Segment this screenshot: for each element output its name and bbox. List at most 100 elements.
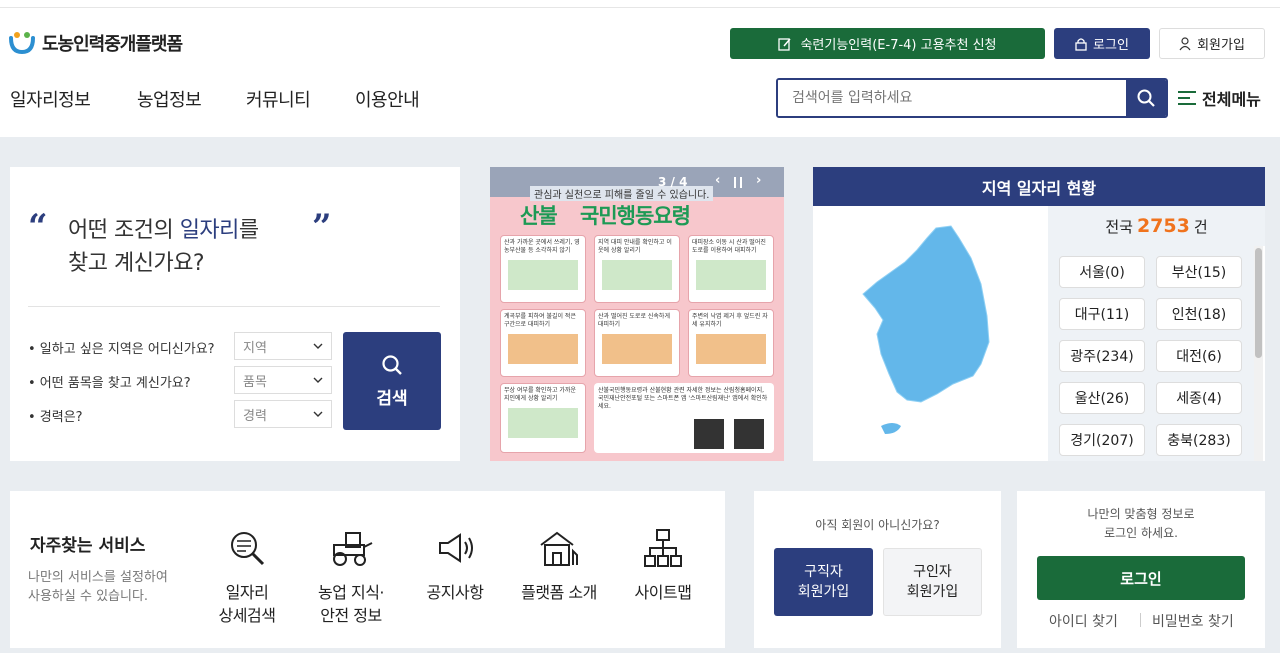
job-search-heading: 어떤 조건의 일자리를 찾고 계신가요? [68, 214, 259, 280]
region-button-sejong[interactable]: 세종(4) [1156, 382, 1242, 414]
region-scrollbar[interactable] [1254, 246, 1263, 461]
header-join-label: 회원가입 [1197, 38, 1245, 53]
job-search-button[interactable]: 검색 [343, 332, 441, 430]
header-join-button[interactable]: 회원가입 [1159, 28, 1265, 59]
banner-cell-illust [602, 260, 672, 290]
top-strip [0, 0, 1280, 8]
region-button-daegu[interactable]: 대구(11) [1059, 298, 1145, 330]
all-menu-label: 전체메뉴 [1202, 90, 1261, 109]
crop-select[interactable]: 품목 [234, 366, 332, 394]
building-icon [540, 531, 578, 566]
search-input[interactable] [778, 80, 1126, 116]
qr-code-image [734, 419, 764, 449]
qr-code-image [694, 419, 724, 449]
banner-cell-text: 산과 떨어진 도로로 신속하게 대피하기 [598, 313, 670, 328]
site-search [776, 78, 1168, 118]
region-select[interactable]: 지역 [234, 332, 332, 360]
national-label: 전국 [1105, 217, 1133, 236]
service-job-detail-search[interactable]: 일자리상세검색 [197, 527, 297, 627]
employer-join-button[interactable]: 구인자 회원가입 [883, 548, 982, 616]
megaphone-icon [439, 533, 473, 563]
banner-cell: 무상 여부를 확인하고 가까운 지인에게 상황 알리기 [500, 383, 586, 453]
edit-icon [778, 37, 792, 51]
search-icon [382, 354, 402, 375]
main-login-button[interactable]: 로그인 [1037, 556, 1245, 600]
region-button-chungbuk[interactable]: 충북(283) [1156, 424, 1242, 456]
header-login-button[interactable]: 로그인 [1054, 28, 1150, 59]
heading-line1: 어떤 조건의 일자리를 [68, 214, 259, 247]
banner-cell-illust [696, 334, 766, 364]
region-button-incheon[interactable]: 인천(18) [1156, 298, 1242, 330]
find-password-link[interactable]: 비밀번호 찾기 [1152, 611, 1234, 631]
banner-prev-button[interactable]: ‹ [715, 173, 720, 188]
nav-agri-info[interactable]: 농업정보 [137, 86, 202, 112]
all-menu-button[interactable]: 전체메뉴 [1178, 86, 1261, 110]
seeker-join-line: 구직자 [804, 564, 843, 580]
heading-line2: 찾고 계신가요? [68, 251, 205, 276]
magnifier-doc-icon [231, 532, 265, 566]
search-icon [1137, 89, 1155, 107]
banner-cell: 대피장소 이동 시 산과 떨어진 도로를 이용하여 대피하기 [688, 235, 774, 303]
service-label-line: 공지사항 [426, 583, 484, 602]
service-label-line: 일자리 [225, 583, 269, 602]
korea-map[interactable] [841, 224, 1001, 444]
region-button-gyeonggi[interactable]: 경기(207) [1059, 424, 1145, 456]
banner-cell: 계곡부를 피하여 불길이 적은 구간으로 대피하기 [500, 309, 586, 377]
service-platform-intro[interactable]: 플랫폼 소개 [509, 527, 609, 604]
logo-text: 도농인력중개플랫폼 [42, 34, 183, 55]
region-button-busan[interactable]: 부산(15) [1156, 256, 1242, 288]
career-select[interactable]: 경력 [234, 400, 332, 428]
job-search-button-label: 검색 [376, 388, 408, 409]
national-count: 2753 [1136, 215, 1190, 237]
chevron-down-icon [313, 377, 323, 383]
search-button[interactable] [1126, 80, 1166, 116]
banner-cell-text: 산과 가까운 곳에서 쓰레기, 영농부산물 등 소각하지 않기 [504, 239, 580, 254]
nav-community[interactable]: 커뮤니티 [246, 86, 311, 112]
banner-cell-illust [508, 260, 578, 290]
banner-pause-button[interactable] [734, 177, 742, 188]
banner-next-button[interactable]: › [756, 173, 761, 188]
find-id-link[interactable]: 아이디 찾기 [1049, 611, 1118, 631]
login-message-line: 로그인 하세요. [1104, 526, 1178, 540]
banner-cell: 지역 대피 안내를 확인하고 이웃에 상황 알리기 [594, 235, 680, 303]
employer-join-line: 구인자 [913, 564, 952, 580]
sitemap-icon [644, 529, 682, 567]
region-question: • 일하고 싶은 지역은 어디신가요? [28, 342, 215, 357]
region-button-gwangju[interactable]: 광주(234) [1059, 340, 1145, 372]
seeker-join-button[interactable]: 구직자 회원가입 [774, 548, 873, 616]
banner-counter: 3 / 4 [658, 175, 688, 189]
service-notice[interactable]: 공지사항 [405, 527, 505, 604]
banner-footer-text: 산불국민행동요령과 산불현황 관련 자세한 정보는 산림청홈페이지, 국민재난안… [598, 387, 768, 410]
e74-apply-button[interactable]: 숙련기능인력(E-7-4) 고용추천 신청 [730, 28, 1045, 59]
national-unit: 건 [1193, 217, 1208, 236]
banner-cell-text: 지역 대피 안내를 확인하고 이웃에 상황 알리기 [598, 239, 672, 254]
divider [28, 306, 440, 307]
e74-apply-label: 숙련기능인력(E-7-4) 고용추천 신청 [800, 38, 997, 53]
career-select-value: 경력 [243, 408, 267, 424]
service-sitemap[interactable]: 사이트맵 [613, 527, 713, 604]
banner-cell-illust [508, 408, 578, 438]
chevron-down-icon [313, 343, 323, 349]
services-title: 자주찾는 서비스 [30, 536, 146, 556]
service-agri-knowledge[interactable]: 농업 지식· 안전 정보 [301, 527, 401, 627]
service-label: 농업 지식· 안전 정보 [301, 581, 401, 627]
banner-cell-text: 대피장소 이동 시 산과 떨어진 도로를 이용하여 대피하기 [692, 239, 766, 254]
scrollbar-thumb[interactable] [1255, 248, 1262, 358]
service-label-line: 상세검색 [218, 606, 276, 625]
link-divider [1140, 613, 1141, 627]
service-label-line: 플랫폼 소개 [521, 583, 597, 602]
crop-select-value: 품목 [243, 374, 267, 390]
nav-guide[interactable]: 이용안내 [355, 86, 420, 112]
crop-question: • 어떤 품목을 찾고 계신가요? [28, 376, 191, 391]
site-logo[interactable]: 도농인력중개플랫폼 [8, 28, 183, 58]
service-label: 공지사항 [405, 581, 505, 604]
login-message: 나만의 맞춤형 정보로 로그인 하세요. [1017, 505, 1265, 543]
wildfire-banner[interactable]: 관심과 실천으로 피해를 줄일 수 있습니다. 3 / 4 ‹ › 산불 국민행… [490, 167, 784, 461]
banner-cell: 산과 가까운 곳에서 쓰레기, 영농부산물 등 소각하지 않기 [500, 235, 586, 303]
region-button-seoul[interactable]: 서울(0) [1059, 256, 1145, 288]
region-button-daejeon[interactable]: 대전(6) [1156, 340, 1242, 372]
nav-job-info[interactable]: 일자리정보 [10, 86, 91, 112]
career-question: • 경력은? [28, 410, 83, 425]
heading-pre: 어떤 조건의 [68, 218, 180, 243]
region-button-ulsan[interactable]: 울산(26) [1059, 382, 1145, 414]
